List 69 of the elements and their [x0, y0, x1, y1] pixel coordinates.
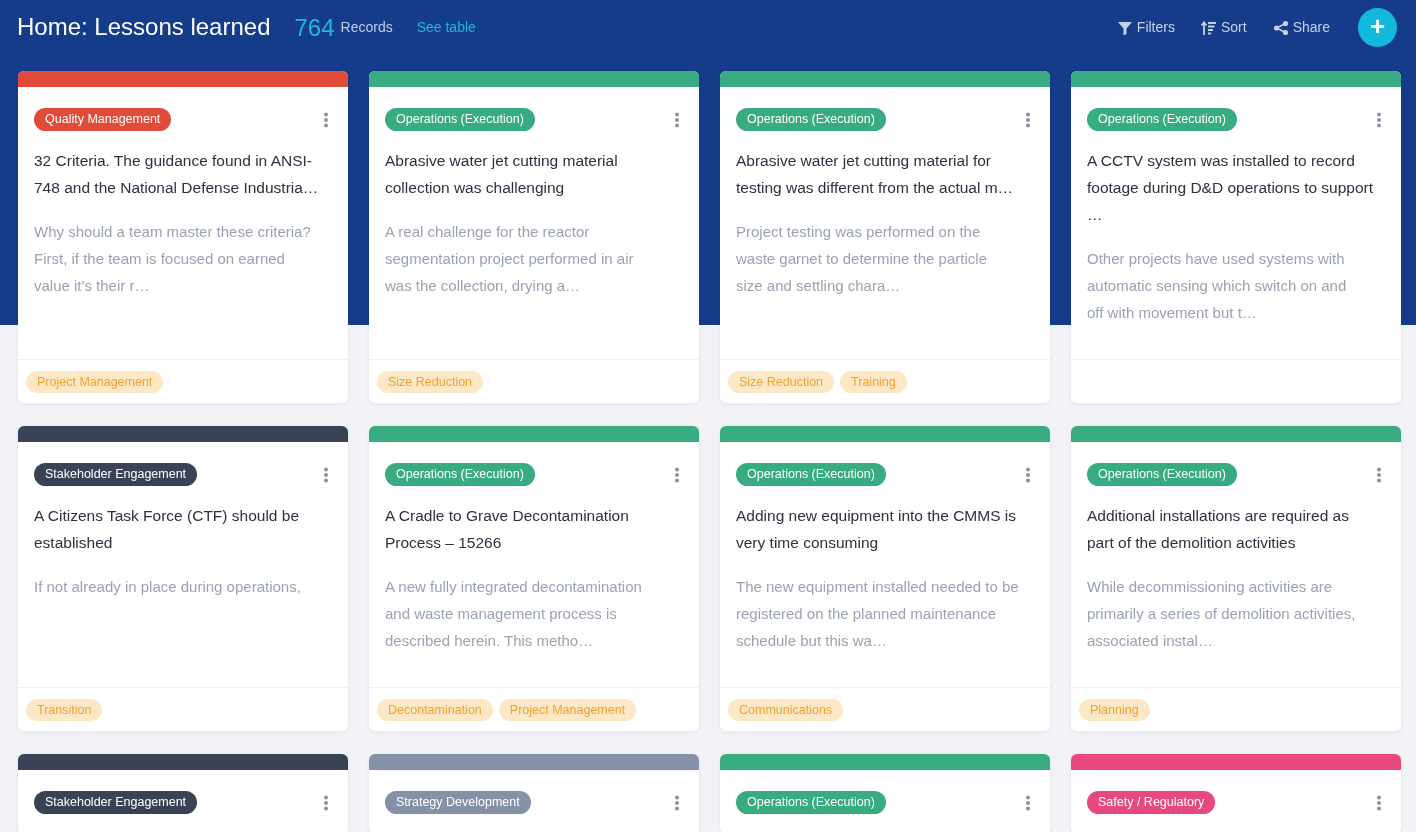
lesson-card[interactable] [369, 426, 699, 731]
category-badge: Stakeholder Engagement [34, 791, 198, 814]
lesson-card[interactable] [369, 71, 699, 403]
more-options-icon[interactable] [1376, 111, 1382, 128]
records-label: Records [340, 18, 393, 37]
lesson-card[interactable] [1071, 426, 1401, 731]
category-badge: Safety / Regulatory [1087, 791, 1216, 814]
card-title: 32 Criteria. The guidance found in ANSI- 748 and the National Defense Industria… [34, 151, 320, 198]
card-title: A Cradle to Grave Decontamination Process – 15266 [385, 506, 630, 553]
tag-label: Communications [728, 698, 844, 721]
category-badge: Operations (Execution) [385, 463, 535, 486]
category-badge: Operations (Execution) [736, 108, 886, 131]
category-badge: Operations (Execution) [1087, 463, 1237, 486]
record-count: 764 [294, 12, 335, 43]
card-description: A real challenge for the reactor segmentation project performed in air was the collection, drying a… [385, 222, 635, 296]
tag-label: Transition [26, 698, 103, 721]
card-description: The new equipment installed needed to be registered on the planned maintenance schedule but this wa… [736, 577, 1020, 651]
tag-label: Size Reduction [728, 370, 835, 393]
more-options-icon[interactable] [1025, 111, 1031, 128]
card-description: While decommissioning activities are primarily a series of demolition activities, associated instal… [1087, 577, 1357, 651]
card-title: A CCTV system was installed to record footage during D&D operations to support … [1087, 151, 1375, 225]
lesson-card[interactable]: Stakeholder Engagement [18, 754, 348, 832]
tag-label: Project Management [498, 698, 637, 721]
card-title: Additional installations are required as part of the demolition activities [1087, 506, 1350, 553]
lesson-card[interactable] [1071, 71, 1401, 403]
tag-label: Training [840, 370, 907, 393]
tag-label: Project Management [26, 370, 164, 393]
lesson-card[interactable] [720, 71, 1050, 403]
category-badge: Quality Management [34, 108, 172, 131]
card-title: Adding new equipment into the CMMS is very time consuming [736, 506, 1017, 553]
more-options-icon[interactable] [1376, 794, 1382, 811]
category-badge: Stakeholder Engagement [34, 463, 198, 486]
lesson-card[interactable]: Safety / Regulatory [1071, 754, 1401, 832]
category-badge: Operations (Execution) [385, 108, 535, 131]
filter-icon [1116, 19, 1133, 36]
more-options-icon[interactable] [674, 466, 680, 483]
sort-button[interactable]: Sort [1200, 17, 1247, 38]
more-options-icon[interactable] [1025, 466, 1031, 483]
card-title: Abrasive water jet cutting material collection was challenging [385, 151, 619, 198]
card-description: Other projects have used systems with automatic sensing which switch on and off with movement but t… [1087, 249, 1348, 323]
more-options-icon[interactable] [323, 794, 329, 811]
card-description: If not already in place during operations, [34, 577, 302, 597]
see-table-link[interactable]: See table [416, 17, 476, 38]
tag-label: Size Reduction [377, 370, 484, 393]
category-badge: Operations (Execution) [736, 463, 886, 486]
card-description: A new fully integrated decontamination and waste management process is described herein. This metho… [385, 577, 643, 651]
more-options-icon[interactable] [1376, 466, 1382, 483]
share-icon [1272, 19, 1289, 36]
card-description: Why should a team master these criteria? First, if the team is focused on earned value it's their r… [34, 222, 312, 296]
lesson-card[interactable]: Operations (Execution) Adding new equipment into the CMMS is very time consuming The new equipment installed needed to be registered on the planned maintenance schedule but this wa… Communications [720, 426, 1050, 731]
lesson-card[interactable] [18, 71, 348, 403]
more-options-icon[interactable] [1025, 794, 1031, 811]
more-options-icon[interactable] [674, 111, 680, 128]
more-options-icon[interactable] [674, 794, 680, 811]
filter-button[interactable]: Filters [1116, 17, 1175, 38]
lesson-card[interactable]: Stakeholder Engagement A Citizens Task Force (CTF) should be established If not already in place during operations, Transition [18, 426, 348, 731]
tag-label: Planning [1079, 698, 1150, 721]
card-title: Abrasive water jet cutting material for testing was different from the actual m… [736, 151, 1015, 198]
page-title: Home: Lessons learned [17, 13, 271, 42]
category-badge: Operations (Execution) [736, 791, 886, 814]
tag-label: Decontamination [377, 698, 493, 721]
share-button[interactable]: Share [1272, 17, 1330, 38]
category-badge: Strategy Development [385, 791, 531, 814]
card-title: A Citizens Task Force (CTF) should be established [34, 506, 301, 553]
category-badge: Operations (Execution) [1087, 108, 1237, 131]
card-description: Project testing was performed on the waste garnet to determine the particle size and settling chara… [736, 222, 988, 296]
more-options-icon[interactable] [323, 466, 329, 483]
sort-icon [1200, 19, 1217, 36]
more-options-icon[interactable] [323, 111, 329, 128]
